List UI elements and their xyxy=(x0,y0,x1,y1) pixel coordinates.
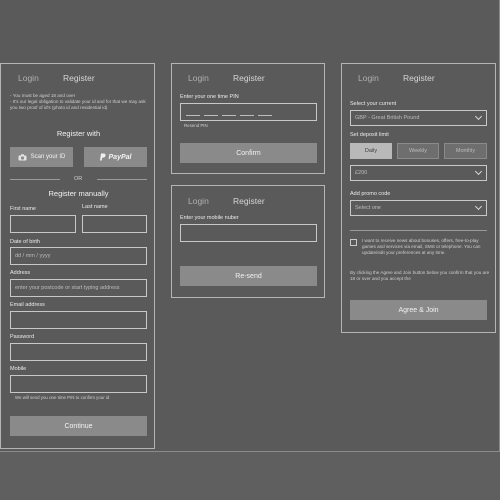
pin-panel: Login Register Enter your one time PIN R… xyxy=(171,63,325,174)
currency-label: Select your current xyxy=(350,101,397,107)
tab-login-pin[interactable]: Login xyxy=(188,73,209,83)
pin-digit-1 xyxy=(186,115,200,116)
chevron-down-icon xyxy=(474,202,483,211)
news-checkbox[interactable] xyxy=(350,239,357,246)
email-label: Email address xyxy=(10,302,45,308)
tab-register-pin[interactable]: Register xyxy=(233,73,265,83)
password-label: Password xyxy=(10,334,35,340)
tab-login[interactable]: Login xyxy=(18,73,39,83)
news-text: I want to receive news about bonuses, of… xyxy=(362,238,481,255)
first-name-field[interactable] xyxy=(10,215,76,233)
agree-join-button[interactable]: Agree & Join xyxy=(350,300,487,320)
mobile-label: Mobile xyxy=(10,366,27,372)
mobile-field[interactable] xyxy=(10,375,147,393)
or-divider-right xyxy=(97,179,147,180)
first-name-label: First name xyxy=(10,206,36,212)
tab-bar-prefs: Login Register xyxy=(342,64,495,92)
address-label: Address xyxy=(10,270,31,276)
paypal-icon xyxy=(99,153,106,161)
preferences-panel: Login Register Select your current GBP -… xyxy=(341,63,496,333)
promo-placeholder: Select one xyxy=(355,205,381,211)
currency-value: GBP - Great British Pound xyxy=(355,115,420,121)
period-weekly[interactable]: Weekly xyxy=(397,143,439,159)
tab-register[interactable]: Register xyxy=(63,73,95,83)
last-name-label: Last name xyxy=(82,204,108,210)
tab-bar-mobile: Login Register xyxy=(172,186,324,214)
register-manually-heading: Register manually xyxy=(48,189,109,198)
pin-digit-3 xyxy=(222,115,236,116)
prefs-divider xyxy=(350,230,487,231)
tab-login-mobile[interactable]: Login xyxy=(188,196,209,206)
dob-field[interactable]: dd / mm / yyyy xyxy=(10,247,147,265)
dob-placeholder: dd / mm / yyyy xyxy=(15,253,51,259)
mobile-number-field[interactable] xyxy=(180,224,317,242)
promo-label: Add promo code xyxy=(350,191,391,197)
continue-button[interactable]: Continue xyxy=(10,416,147,436)
amount-value: £200 xyxy=(355,170,368,176)
id-note: - It's our legal obligation to validate … xyxy=(10,99,146,110)
promo-select[interactable]: Select one xyxy=(350,200,487,216)
email-field[interactable] xyxy=(10,311,147,329)
mobile-number-label: Enter your mobile nuber xyxy=(180,215,239,221)
mobile-panel: Login Register Enter your mobile nuber R… xyxy=(171,185,325,298)
deposit-label: Set deposit limit xyxy=(350,132,389,138)
amount-select[interactable]: £200 xyxy=(350,165,487,181)
tab-login-prefs[interactable]: Login xyxy=(358,73,379,83)
password-field[interactable] xyxy=(10,343,147,361)
camera-icon xyxy=(18,153,27,160)
tab-register-mobile[interactable]: Register xyxy=(233,196,265,206)
resend-pin-link[interactable]: Resend PIN xyxy=(184,123,208,129)
chevron-down-icon xyxy=(474,112,483,121)
resend-button[interactable]: Re-send xyxy=(180,266,317,286)
tab-bar: Login Register xyxy=(1,64,154,92)
period-monthly[interactable]: Monthly xyxy=(444,143,487,159)
pin-digit-2 xyxy=(204,115,218,116)
pin-label: Enter your one time PIN xyxy=(180,94,239,100)
pin-field[interactable] xyxy=(180,103,317,121)
address-field[interactable]: enter your postcode or start typing addr… xyxy=(10,279,147,297)
currency-select[interactable]: GBP - Great British Pound xyxy=(350,110,487,126)
confirm-button[interactable]: Confirm xyxy=(180,143,317,163)
mobile-note: We will send you one time PIN to confirm… xyxy=(15,395,110,400)
last-name-field[interactable] xyxy=(82,215,147,233)
scan-id-label: Scan your ID xyxy=(30,154,66,160)
register-panel: Login Register - You must be aged 18 and… xyxy=(0,63,155,449)
address-placeholder: enter your postcode or start typing addr… xyxy=(15,285,120,291)
scan-id-button[interactable]: Scan your ID xyxy=(10,147,73,167)
chevron-down-icon xyxy=(474,167,483,176)
or-text: OR xyxy=(74,176,83,182)
pin-digit-4 xyxy=(240,115,254,116)
paypal-label: PayPal xyxy=(108,153,132,161)
canvas: Login Register - You must be aged 18 and… xyxy=(0,0,500,452)
period-daily[interactable]: Daily xyxy=(350,143,392,159)
or-divider-left xyxy=(10,179,60,180)
tab-register-prefs[interactable]: Register xyxy=(403,73,435,83)
tab-bar-pin: Login Register xyxy=(172,64,324,92)
register-with-heading: Register with xyxy=(56,129,101,138)
agree-text: By clicking the Agree and Join button be… xyxy=(350,270,490,281)
paypal-button[interactable]: PayPal xyxy=(84,147,147,167)
dob-label: Date of birth xyxy=(10,239,40,245)
pin-digit-5 xyxy=(258,115,272,116)
